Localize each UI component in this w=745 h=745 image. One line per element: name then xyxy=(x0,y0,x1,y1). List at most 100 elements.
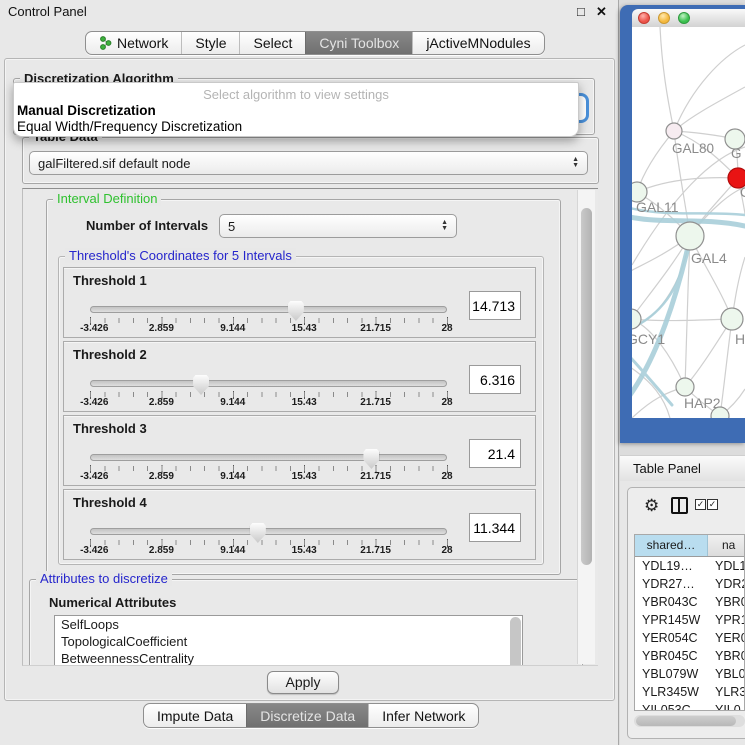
node-table-container: ⚙ ✓ ✓ shared… na YDL19…YDL1YDR27…YDR2YBR… xyxy=(627,487,745,739)
slider-scale-labels: -3.4262.8599.14415.4321.71528 xyxy=(90,323,447,335)
tab-discretize-data[interactable]: Discretize Data xyxy=(246,704,368,727)
cell-name[interactable]: YDL1 xyxy=(707,557,744,575)
slider-scale-labels: -3.4262.8599.14415.4321.71528 xyxy=(90,545,447,557)
checkbox-icon[interactable]: ✓ xyxy=(695,499,706,510)
cell-name[interactable]: YLR3 xyxy=(707,683,744,701)
cell-shared-name[interactable]: YDL19… xyxy=(635,557,707,575)
threshold-4-value-field[interactable] xyxy=(469,513,521,542)
cell-shared-name[interactable]: YLR345W xyxy=(635,683,707,701)
columns-icon[interactable] xyxy=(671,497,688,514)
cell-name[interactable]: YPR1 xyxy=(707,611,744,629)
list-scrollbar-thumb[interactable] xyxy=(510,617,521,666)
cell-name[interactable]: YDR2 xyxy=(707,575,744,593)
cell-name[interactable]: YBL0 xyxy=(707,665,744,683)
number-of-intervals-combobox[interactable]: 5 ▲▼ xyxy=(219,214,457,238)
checkbox-icon[interactable]: ✓ xyxy=(707,499,718,510)
table-data-group: Table Data galFiltered.sif default node … xyxy=(22,137,599,184)
cell-shared-name[interactable]: YBL079W xyxy=(635,665,707,683)
vertical-scrollbar-track[interactable] xyxy=(577,190,595,664)
mac-close-button[interactable] xyxy=(638,12,650,24)
gear-icon[interactable]: ⚙ xyxy=(644,497,659,514)
cell-shared-name[interactable]: YPR145W xyxy=(635,611,707,629)
threshold-1-label: Threshold 1 xyxy=(73,273,147,288)
tick-label: 28 xyxy=(441,397,452,408)
cell-name[interactable]: YER0 xyxy=(707,629,744,647)
network-node[interactable] xyxy=(666,123,682,139)
bottom-tabbar: Impute Data Discretize Data Infer Networ… xyxy=(143,703,479,728)
slider-scale-labels: -3.4262.8599.14415.4321.71528 xyxy=(90,397,447,409)
tab-cyni-toolbox[interactable]: Cyni Toolbox xyxy=(305,32,412,54)
tick-label: 21.715 xyxy=(360,545,391,556)
network-node[interactable] xyxy=(632,309,641,329)
threshold-1-slider[interactable] xyxy=(90,306,447,313)
network-node[interactable] xyxy=(676,222,704,250)
threshold-4-slider[interactable] xyxy=(90,528,447,535)
attribute-list-item[interactable]: SelfLoops xyxy=(55,616,522,633)
table-row[interactable]: YER054CYER0 xyxy=(635,629,744,647)
tick-label: 9.144 xyxy=(220,323,245,334)
column-header-name[interactable]: na xyxy=(708,535,744,556)
table-row[interactable]: YBR045CYBR0 xyxy=(635,647,744,665)
table-row[interactable]: YBL079WYBL0 xyxy=(635,665,744,683)
table-data-combobox[interactable]: galFiltered.sif default node ▲▼ xyxy=(29,151,588,175)
horizontal-scrollbar-track[interactable] xyxy=(634,715,745,727)
threshold-2-value-field[interactable] xyxy=(469,365,521,394)
numerical-attributes-list[interactable]: SelfLoopsTopologicalCoefficientBetweenne… xyxy=(54,615,523,666)
network-node-label: GCY1 xyxy=(632,331,665,347)
table-row[interactable]: YDR27…YDR2 xyxy=(635,575,744,593)
threshold-3-value-field[interactable] xyxy=(469,439,521,468)
network-node[interactable] xyxy=(721,308,743,330)
table-row[interactable]: YPR145WYPR1 xyxy=(635,611,744,629)
tick-label: 28 xyxy=(441,471,452,482)
tick-label: 2.859 xyxy=(149,323,174,334)
screen: Control Panel □ ✕ Network Style Select xyxy=(0,0,745,745)
network-node[interactable] xyxy=(676,378,694,396)
table-row[interactable]: YDL19…YDL1 xyxy=(635,557,744,575)
attribute-list-item[interactable]: BetweennessCentrality xyxy=(55,650,522,666)
tab-impute-data[interactable]: Impute Data xyxy=(144,704,246,727)
tick-label: 15.43 xyxy=(292,471,317,482)
threshold-1-value-field[interactable] xyxy=(469,291,521,320)
cell-name[interactable]: YBR0 xyxy=(707,647,744,665)
tab-jactivemnodules[interactable]: jActiveMNodules xyxy=(412,32,543,54)
horizontal-scrollbar-thumb[interactable] xyxy=(636,716,736,726)
tab-select-label: Select xyxy=(253,35,292,51)
tab-style[interactable]: Style xyxy=(181,32,239,54)
cell-shared-name[interactable]: YER054C xyxy=(635,629,707,647)
option-manual-discretization[interactable]: Manual Discretization xyxy=(17,103,156,118)
cell-name[interactable]: YBR0 xyxy=(707,593,744,611)
cell-name[interactable]: YIL0 xyxy=(707,701,744,711)
table-data-combobox-value: galFiltered.sif default node xyxy=(38,156,190,171)
node-attribute-table: shared… na YDL19…YDL1YDR27…YDR2YBR043CYB… xyxy=(634,534,745,711)
threshold-2-slider[interactable] xyxy=(90,380,447,387)
mac-zoom-button[interactable] xyxy=(678,12,690,24)
cell-shared-name[interactable]: YDR27… xyxy=(635,575,707,593)
cell-shared-name[interactable]: YIL053C xyxy=(635,701,707,711)
number-of-intervals-value: 5 xyxy=(228,219,235,234)
cell-shared-name[interactable]: YBR045C xyxy=(635,647,707,665)
apply-button[interactable]: Apply xyxy=(267,671,339,694)
close-window-icon[interactable]: ✕ xyxy=(596,4,607,20)
table-row[interactable]: YIL053CYIL0 xyxy=(635,701,744,711)
network-canvas[interactable]: GAL80GCGAL11GAL4GCY1HHAP2 xyxy=(632,27,745,418)
threshold-3-slider[interactable] xyxy=(90,454,447,461)
tick-label: 21.715 xyxy=(360,323,391,334)
table-row[interactable]: YLR345WYLR3 xyxy=(635,683,744,701)
vertical-scrollbar-thumb[interactable] xyxy=(581,208,592,565)
mac-minimize-button[interactable] xyxy=(658,12,670,24)
tick-label: 2.859 xyxy=(149,545,174,556)
float-window-icon[interactable]: □ xyxy=(577,4,585,19)
table-rows: YDL19…YDL1YDR27…YDR2YBR043CYBR0YPR145WYP… xyxy=(635,557,744,711)
option-equal-width-frequency[interactable]: Equal Width/Frequency Discretization xyxy=(17,119,242,134)
network-node-label: GAL11 xyxy=(636,199,679,215)
tab-infer-network[interactable]: Infer Network xyxy=(368,704,478,727)
attribute-list-item[interactable]: TopologicalCoefficient xyxy=(55,633,522,650)
tick-label: -3.426 xyxy=(80,545,108,556)
algorithm-placeholder-option[interactable]: Select algorithm to view settings xyxy=(14,87,578,102)
tab-select[interactable]: Select xyxy=(239,32,305,54)
table-row[interactable]: YBR043CYBR0 xyxy=(635,593,744,611)
cell-shared-name[interactable]: YBR043C xyxy=(635,593,707,611)
column-header-shared-name[interactable]: shared… xyxy=(635,535,708,556)
network-node-label: G xyxy=(731,146,742,161)
tab-network[interactable]: Network xyxy=(86,32,181,54)
